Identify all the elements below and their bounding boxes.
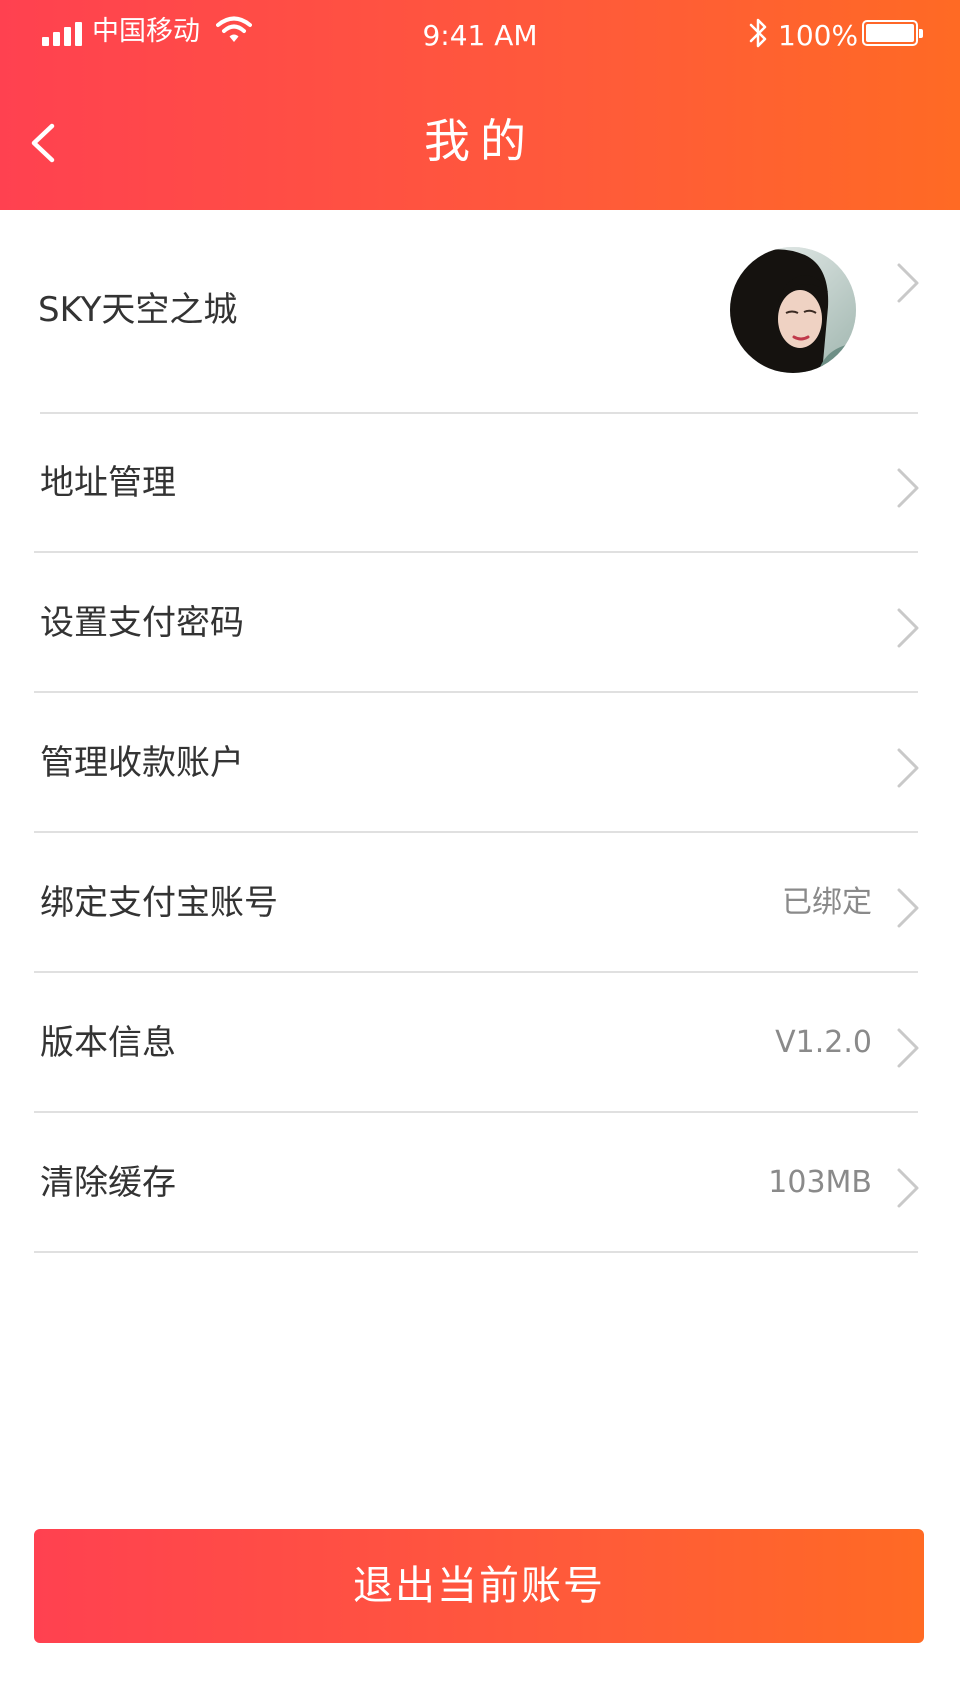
chevron-right-icon [897,468,919,508]
app-header: 中国移动 9:41 AM 100% 我的 [0,0,960,210]
page-title: 我的 [424,114,536,168]
battery-icon [862,20,923,46]
version-number: V1.2.0 [775,1025,872,1060]
menu-item-label: 设置支付密码 [40,603,244,643]
avatar[interactable] [730,247,856,373]
chevron-right-icon [897,263,919,303]
bind-status: 已绑定 [782,885,872,920]
menu-item-label: 地址管理 [40,463,176,503]
menu-item-bind-alipay[interactable]: 绑定支付宝账号 已绑定 [0,833,960,973]
menu-item-label: 清除缓存 [40,1163,176,1203]
profile-row[interactable]: SKY天空之城 [0,210,960,414]
bluetooth-icon [748,16,770,54]
chevron-right-icon [897,1168,919,1208]
menu-item-payment-password[interactable]: 设置支付密码 [0,553,960,693]
cache-size: 103MB [768,1165,872,1200]
logout-button[interactable]: 退出当前账号 [34,1529,924,1643]
chevron-right-icon [897,1028,919,1068]
menu-item-version[interactable]: 版本信息 V1.2.0 [0,973,960,1113]
menu-item-receiving-account[interactable]: 管理收款账户 [0,693,960,833]
menu-item-address[interactable]: 地址管理 [0,413,960,553]
menu-item-label: 绑定支付宝账号 [40,883,278,923]
status-bar: 中国移动 9:41 AM 100% [0,0,960,70]
menu-item-label: 版本信息 [40,1023,176,1063]
profile-name: SKY天空之城 [38,290,238,330]
menu-item-clear-cache[interactable]: 清除缓存 103MB [0,1113,960,1253]
chevron-right-icon [897,748,919,788]
chevron-right-icon [897,888,919,928]
divider [34,1251,918,1253]
menu-item-label: 管理收款账户 [40,743,244,783]
battery-percentage: 100% [778,19,859,52]
chevron-right-icon [897,608,919,648]
